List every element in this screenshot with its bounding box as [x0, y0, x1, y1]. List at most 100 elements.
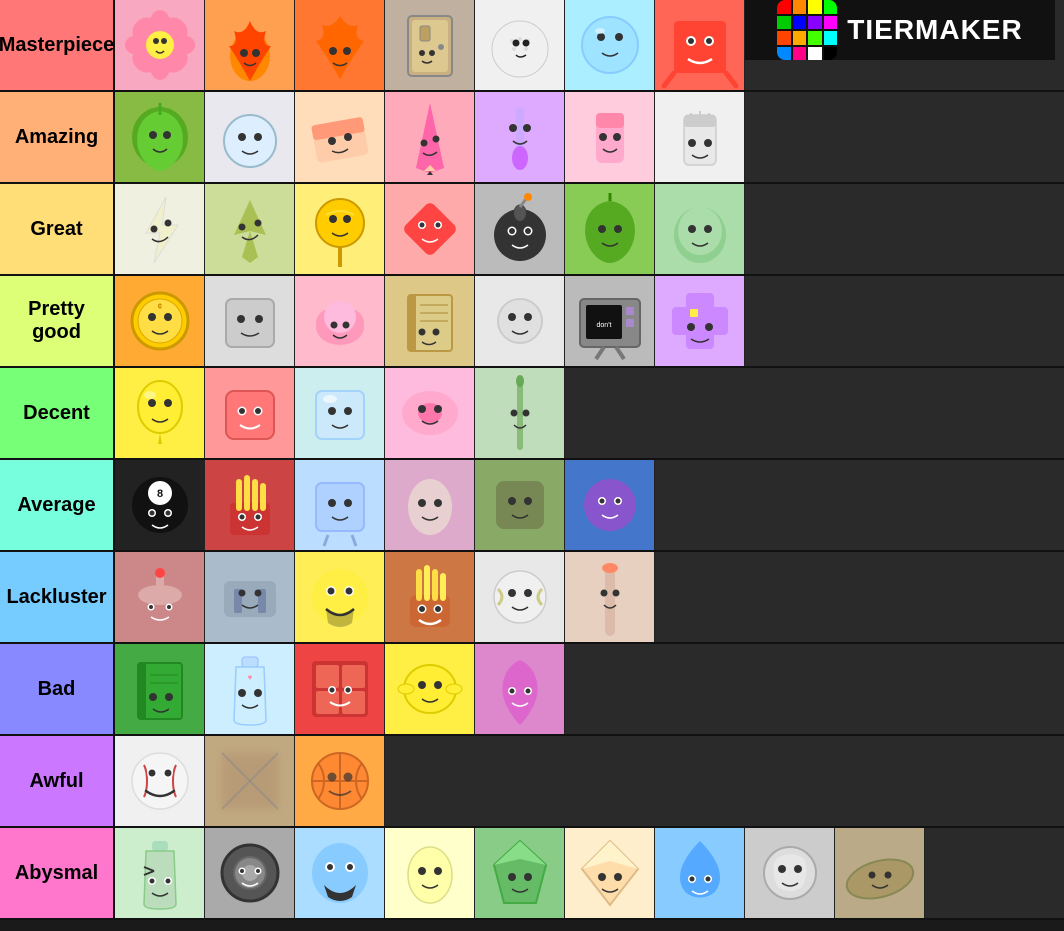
tier-items-lackluster: [115, 552, 1064, 642]
svg-text:¢: ¢: [157, 302, 162, 311]
tier-label-average: Average: [0, 460, 115, 550]
char-icecube2[interactable]: [295, 460, 385, 550]
tier-label-lackluster: Lackluster: [0, 552, 115, 642]
tier-items-decent: [115, 368, 1064, 458]
char-cloudy[interactable]: [295, 276, 385, 366]
tier-items-prettygood: ¢: [115, 276, 1064, 366]
tier-label-decent: Decent: [0, 368, 115, 458]
tier-row-masterpiece: Masterpiece: [0, 0, 1064, 92]
tier-row-great: Great: [0, 184, 1064, 276]
char-balloony[interactable]: [115, 368, 205, 458]
char-blocky[interactable]: [655, 0, 745, 90]
char-flower[interactable]: [115, 0, 205, 90]
tier-row-bad: Bad ♥: [0, 644, 1064, 736]
char-red-arrow[interactable]: [385, 184, 475, 274]
tier-items-masterpiece: TIERMAKER: [115, 0, 1064, 90]
char-donut[interactable]: [385, 368, 475, 458]
char-pencil[interactable]: [385, 92, 475, 182]
char-tennisball[interactable]: [475, 552, 565, 642]
char-gelatin[interactable]: [655, 184, 745, 274]
char-paintbrush[interactable]: [475, 92, 565, 182]
char-tire[interactable]: [205, 828, 295, 918]
tier-items-bad: ♥: [115, 644, 1064, 734]
logo-area: TIERMAKER: [745, 0, 1055, 60]
char-teardrop[interactable]: [655, 828, 745, 918]
char-bottle[interactable]: ♥: [205, 644, 295, 734]
char-tv[interactable]: don't: [565, 276, 655, 366]
char-bracelety[interactable]: [475, 460, 565, 550]
tier-items-average: 8: [115, 460, 1064, 550]
char-flat[interactable]: [835, 828, 925, 918]
char-lightning[interactable]: [115, 184, 205, 274]
char-bottle2[interactable]: [115, 828, 205, 918]
char-pins[interactable]: [205, 184, 295, 274]
char-bell[interactable]: [475, 276, 565, 366]
char-book2[interactable]: [115, 644, 205, 734]
char-leafy2[interactable]: [565, 184, 655, 274]
char-door[interactable]: [385, 0, 475, 90]
char-baseball[interactable]: [115, 736, 205, 826]
char-marble[interactable]: [745, 828, 835, 918]
char-snowball[interactable]: [205, 92, 295, 182]
char-coiny[interactable]: ¢: [115, 276, 205, 366]
char-egg2[interactable]: [385, 828, 475, 918]
tier-label-abysmal: Abysmal: [0, 828, 115, 918]
tier-row-prettygood: Pretty good ¢: [0, 276, 1064, 368]
char-basketball[interactable]: [295, 736, 385, 826]
char-bubble[interactable]: [565, 0, 655, 90]
char-red-window[interactable]: [295, 644, 385, 734]
char-book[interactable]: [385, 276, 475, 366]
char-diamond[interactable]: [565, 828, 655, 918]
char-bomby[interactable]: [475, 184, 565, 274]
char-stapy[interactable]: [205, 552, 295, 642]
char-fries2[interactable]: [385, 552, 475, 642]
char-golfball[interactable]: [475, 0, 565, 90]
char-eraser[interactable]: [295, 92, 385, 182]
char-paintbrush2[interactable]: [565, 92, 655, 182]
svg-text:8: 8: [156, 488, 162, 500]
char-pin2[interactable]: [475, 644, 565, 734]
char-cake[interactable]: [115, 552, 205, 642]
tier-list: Masterpiece: [0, 0, 1064, 920]
svg-text:♥: ♥: [247, 673, 252, 682]
tier-label-bad: Bad: [0, 644, 115, 734]
tier-items-abysmal: [115, 828, 1064, 918]
char-green-gem[interactable]: [475, 828, 565, 918]
tier-row-awful: Awful: [0, 736, 1064, 828]
logo-grid: [777, 0, 837, 60]
svg-text:don't: don't: [596, 322, 611, 329]
char-lemon[interactable]: [385, 644, 475, 734]
tier-row-abysmal: Abysmal: [0, 828, 1064, 920]
tier-label-prettygood: Pretty good: [0, 276, 115, 366]
tier-row-amazing: Amazing: [0, 92, 1064, 184]
char-nickel[interactable]: [205, 368, 295, 458]
char-lollipop[interactable]: [295, 184, 385, 274]
char-yellowface[interactable]: [295, 552, 385, 642]
char-gray-square[interactable]: [205, 276, 295, 366]
char-needle[interactable]: [475, 368, 565, 458]
tier-label-great: Great: [0, 184, 115, 274]
logo-text: TIERMAKER: [847, 14, 1022, 46]
char-blur[interactable]: [205, 736, 295, 826]
char-fanny[interactable]: [655, 92, 745, 182]
tier-items-great: [115, 184, 1064, 274]
char-fries-char[interactable]: [205, 460, 295, 550]
char-firey-jr[interactable]: [295, 0, 385, 90]
tier-items-awful: [115, 736, 1064, 826]
char-icecube[interactable]: [295, 368, 385, 458]
char-purple-ball[interactable]: [565, 460, 655, 550]
char-purple-cross[interactable]: [655, 276, 745, 366]
char-8ball[interactable]: 8: [115, 460, 205, 550]
tier-row-average: Average 8: [0, 460, 1064, 552]
char-firey[interactable]: [205, 0, 295, 90]
tier-row-decent: Decent: [0, 368, 1064, 460]
char-laughing[interactable]: [295, 828, 385, 918]
char-leafy[interactable]: [115, 92, 205, 182]
char-licky[interactable]: [565, 552, 655, 642]
tier-row-lackluster: Lackluster: [0, 552, 1064, 644]
tier-label-awful: Awful: [0, 736, 115, 826]
tier-label-amazing: Amazing: [0, 92, 115, 182]
tier-items-amazing: [115, 92, 1064, 182]
char-eggy[interactable]: [385, 460, 475, 550]
tier-label-masterpiece: Masterpiece: [0, 0, 115, 90]
